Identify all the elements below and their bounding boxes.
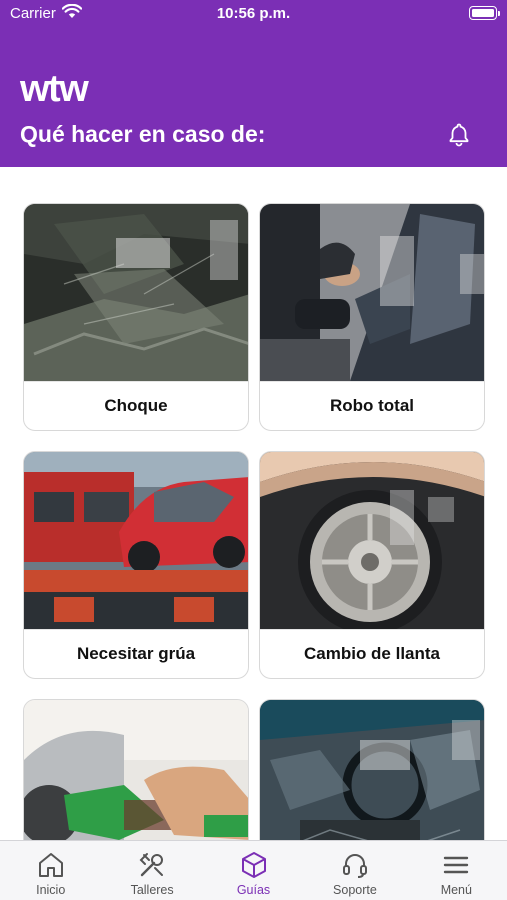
car-theft-photo	[260, 204, 484, 381]
tab-label: Guías	[236, 883, 271, 897]
clock: 10:56 p.m.	[216, 5, 291, 22]
card-label: Cambio de llanta	[260, 629, 484, 678]
home-icon	[38, 853, 63, 877]
tools-icon	[139, 853, 164, 877]
card-cambio-de-llanta[interactable]: Cambio de llanta	[259, 451, 485, 679]
tire-photo	[260, 452, 484, 629]
wtw-logo: wtw	[20, 68, 89, 110]
card-label: Choque	[24, 381, 248, 430]
card-broken-window[interactable]	[259, 699, 485, 840]
tab-guias[interactable]: Guías	[203, 841, 304, 900]
tab-soporte[interactable]: Soporte	[304, 841, 405, 900]
card-label: Necesitar grúa	[24, 629, 248, 678]
tab-label: Inicio	[36, 883, 66, 897]
headset-icon	[342, 854, 367, 878]
tab-inicio[interactable]: Inicio	[0, 841, 101, 900]
card-fuel[interactable]	[23, 699, 249, 840]
guide-grid: Choque Robo total Necesitar grúa Cambio …	[0, 167, 507, 840]
card-choque[interactable]: Choque	[23, 203, 249, 431]
tab-label: Soporte	[333, 883, 377, 897]
header: Carrier 10:56 p.m. wtw Qué hacer en caso…	[0, 0, 507, 167]
status-bar: Carrier 10:56 p.m.	[0, 0, 507, 28]
card-robo-total[interactable]: Robo total	[259, 203, 485, 431]
battery-icon	[469, 6, 500, 20]
crashed-car-interior-photo	[24, 204, 248, 381]
tab-label: Menú	[440, 883, 472, 897]
tow-truck-photo	[24, 452, 248, 629]
box-icon	[241, 852, 266, 878]
fuel-nozzle-photo	[24, 700, 248, 840]
bell-icon[interactable]	[445, 120, 473, 148]
card-label: Robo total	[260, 381, 484, 430]
broken-window-photo	[260, 700, 484, 840]
tab-talleres[interactable]: Talleres	[101, 841, 202, 900]
tab-label: Talleres	[130, 883, 174, 897]
tab-menu[interactable]: Menú	[406, 841, 507, 900]
menu-icon	[444, 856, 469, 874]
tab-bar: Inicio Talleres Guías Soporte Menú	[0, 840, 507, 900]
card-necesitar-grua[interactable]: Necesitar grúa	[23, 451, 249, 679]
page-title: Qué hacer en caso de:	[20, 121, 266, 147]
